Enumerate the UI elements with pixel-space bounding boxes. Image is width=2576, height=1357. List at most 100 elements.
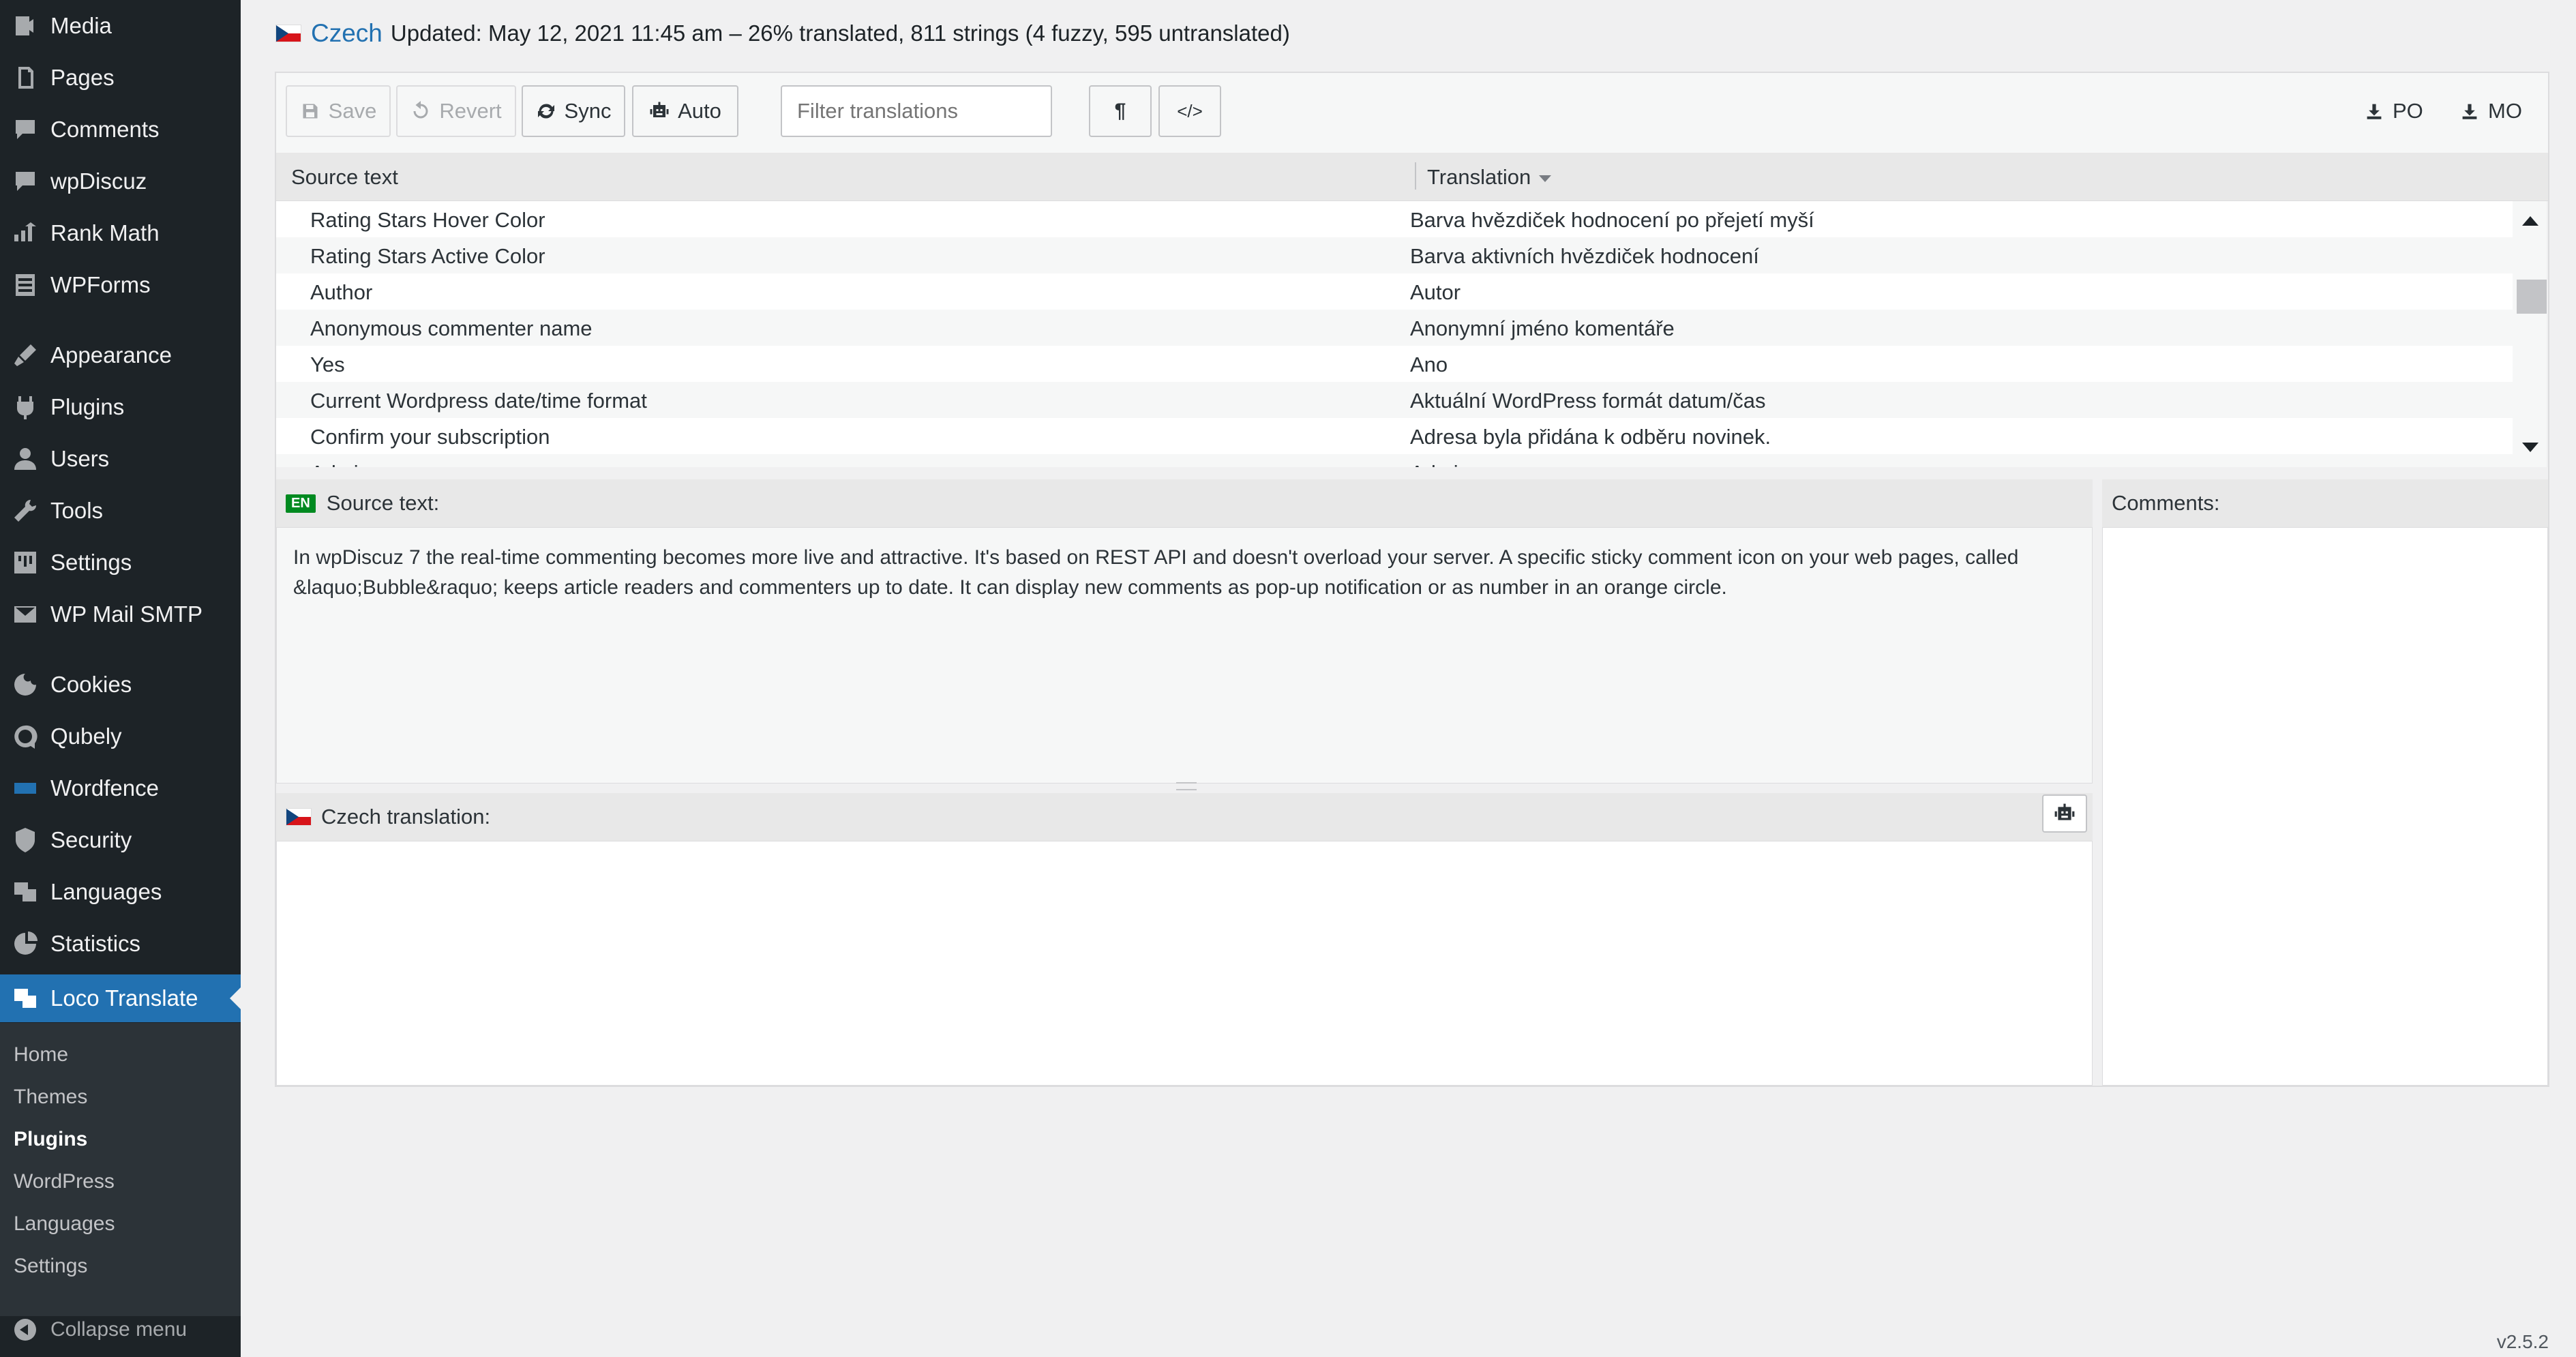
panel-resize-handle[interactable] xyxy=(1176,782,1197,790)
rank-math-icon xyxy=(0,220,50,247)
source-text-title: Source text: xyxy=(326,491,440,515)
scroll-up-arrow-icon[interactable] xyxy=(2522,216,2538,226)
table-row[interactable]: Current Wordpress date/time format Aktuál… xyxy=(276,382,2513,418)
translation-editor: Save Revert Sync Auto ¶ </> PO MO xyxy=(275,72,2549,1087)
revert-icon xyxy=(413,101,428,119)
revert-button[interactable]: Revert xyxy=(396,85,516,137)
menu-item-settings[interactable]: Settings xyxy=(0,539,241,586)
toggle-code-view-button[interactable]: </> xyxy=(1158,85,1221,137)
menu-item-wordfence[interactable]: Wordfence xyxy=(0,764,241,812)
table-row[interactable]: Yes Ano xyxy=(276,346,2513,382)
menu-item-rank-math[interactable]: Rank Math xyxy=(0,209,241,257)
users-icon xyxy=(0,445,50,473)
auto-translate-button[interactable] xyxy=(2042,794,2087,833)
table-row[interactable]: Confirm your subscription Adresa byla při… xyxy=(276,418,2513,454)
menu-item-statistics[interactable]: Statistics xyxy=(0,920,241,968)
en-badge: EN xyxy=(286,494,316,513)
menu-item-tools[interactable]: Tools xyxy=(0,487,241,535)
scrollbar-thumb[interactable] xyxy=(2517,280,2547,314)
table-row[interactable]: AdminAdmin xyxy=(276,454,2513,467)
czech-flag-icon xyxy=(275,25,301,42)
source-text-column-header[interactable]: Source text xyxy=(291,165,398,190)
download-mo-button[interactable]: MO xyxy=(2461,99,2522,123)
czech-flag-icon xyxy=(286,808,312,826)
wordfence-icon xyxy=(0,775,50,802)
toggle-invisibles-button[interactable]: ¶ xyxy=(1089,85,1152,137)
menu-item-qubely[interactable]: Qubely xyxy=(0,713,241,760)
comments-textarea[interactable] xyxy=(2102,527,2548,1086)
plugins-icon xyxy=(0,393,50,421)
code-icon: </> xyxy=(1177,100,1203,121)
menu-item-wpforms[interactable]: WPForms xyxy=(0,261,241,309)
menu-item-wpdiscuz[interactable]: wpDiscuz xyxy=(0,158,241,205)
version-label: v2.5.2 xyxy=(2496,1331,2549,1352)
submenu-home[interactable]: Home xyxy=(14,1043,68,1067)
table-scrollbar[interactable] xyxy=(2513,201,2547,467)
robot-icon xyxy=(650,102,669,117)
source-text-panel: In wpDiscuz 7 the real-time commenting b… xyxy=(276,527,2093,784)
download-po-button[interactable]: PO xyxy=(2365,99,2423,123)
menu-item-cookies[interactable]: Cookies xyxy=(0,661,241,709)
loco-submenu: Home Themes Plugins WordPress Languages … xyxy=(0,1023,241,1316)
strings-table: Rating Stars Hover Color Barva hvězdiček … xyxy=(276,201,2513,467)
statistics-icon xyxy=(0,930,50,957)
settings-icon xyxy=(0,549,50,576)
sync-button[interactable]: Sync xyxy=(522,85,625,137)
menu-item-plugins[interactable]: Plugins xyxy=(0,383,241,431)
translation-panel-header: Czech translation: xyxy=(276,793,2093,841)
collapse-menu-button[interactable]: Collapse menu xyxy=(0,1309,241,1350)
menu-item-wp-mail-smtp[interactable]: WP Mail SMTP xyxy=(0,591,241,638)
submenu-settings[interactable]: Settings xyxy=(14,1255,87,1278)
translation-column-header[interactable]: Translation xyxy=(1427,165,1552,190)
menu-label: Languages xyxy=(50,879,162,904)
page-header: Czech Updated: May 12, 2021 11:45 am – 2… xyxy=(275,19,1290,48)
language-link[interactable]: Czech xyxy=(311,19,383,48)
menu-label: Rank Math xyxy=(50,220,160,245)
scroll-down-arrow-icon[interactable] xyxy=(2522,443,2538,452)
menu-item-security[interactable]: Security xyxy=(0,816,241,864)
pages-icon xyxy=(0,64,50,91)
collapse-label: Collapse menu xyxy=(50,1318,188,1341)
tools-icon xyxy=(0,497,50,524)
wpforms-icon xyxy=(0,271,50,299)
menu-item-appearance[interactable]: Appearance xyxy=(0,331,241,379)
media-icon xyxy=(0,12,50,40)
robot-icon xyxy=(2054,803,2075,820)
download-icon xyxy=(2367,104,2382,119)
menu-label: Settings xyxy=(50,550,132,575)
menu-item-media[interactable]: Media xyxy=(0,2,241,50)
menu-label: Comments xyxy=(50,117,160,142)
comments-title: Comments: xyxy=(2112,491,2220,515)
filter-translations-input[interactable] xyxy=(781,85,1052,137)
menu-label: WP Mail SMTP xyxy=(50,601,203,627)
table-row[interactable]: Anonymous commenter name Anonymní jméno k… xyxy=(276,310,2513,346)
menu-label: Pages xyxy=(50,65,115,90)
table-row[interactable]: Rating Stars Active Color Barva aktivních… xyxy=(276,237,2513,273)
table-row[interactable]: Rating Stars Hover Color Barva hvězdiček … xyxy=(276,201,2513,237)
translation-title: Czech translation: xyxy=(321,805,491,829)
cookies-icon xyxy=(0,671,50,698)
table-row[interactable]: Author Autor xyxy=(276,273,2513,310)
auto-button[interactable]: Auto xyxy=(632,85,738,137)
menu-item-pages[interactable]: Pages xyxy=(0,54,241,102)
source-text-panel-header: EN Source text: xyxy=(276,479,2093,527)
column-divider[interactable] xyxy=(1415,162,1416,190)
save-button[interactable]: Save xyxy=(286,85,391,137)
submenu-languages[interactable]: Languages xyxy=(14,1212,115,1236)
translation-textarea[interactable] xyxy=(276,841,2093,1086)
menu-item-comments[interactable]: Comments xyxy=(0,106,241,153)
menu-item-users[interactable]: Users xyxy=(0,435,241,483)
download-icon xyxy=(2462,104,2477,119)
menu-item-loco-translate[interactable]: Loco Translate xyxy=(0,974,241,1022)
menu-item-languages[interactable]: Languages xyxy=(0,868,241,916)
translation-status: Updated: May 12, 2021 11:45 am – 26% tra… xyxy=(390,20,1290,46)
submenu-wordpress[interactable]: WordPress xyxy=(14,1170,115,1193)
editor-toolbar: Save Revert Sync Auto ¶ </> PO MO xyxy=(276,73,2548,153)
appearance-icon xyxy=(0,342,50,369)
submenu-themes[interactable]: Themes xyxy=(14,1086,87,1109)
wpdiscuz-icon xyxy=(0,168,50,195)
submenu-plugins[interactable]: Plugins xyxy=(14,1128,87,1151)
menu-label: Users xyxy=(50,446,110,471)
menu-label: Plugins xyxy=(50,394,125,419)
menu-label: Wordfence xyxy=(50,775,159,801)
